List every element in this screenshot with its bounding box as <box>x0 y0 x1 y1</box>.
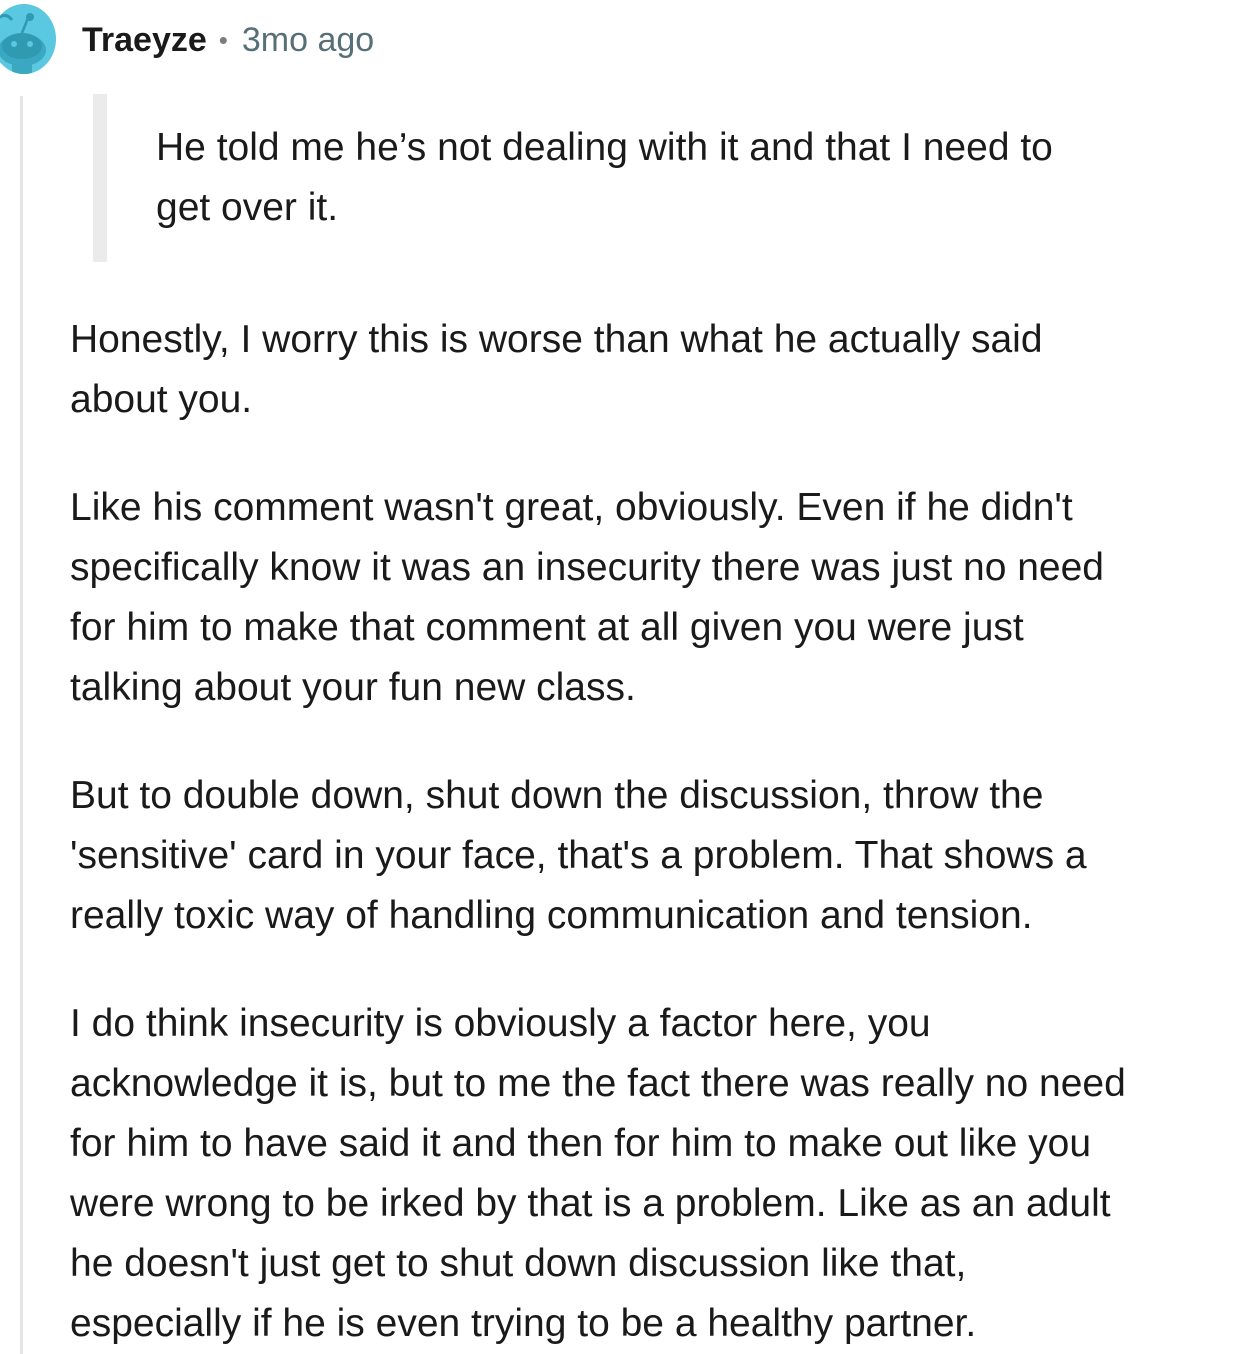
paragraph-line: But to double down, shut down the discus… <box>70 774 1044 817</box>
paragraph-line: really toxic way of handling communicati… <box>70 894 1033 937</box>
reddit-snoo-avatar-icon <box>0 4 56 74</box>
paragraph-line: acknowledge it is, but to me the fact th… <box>70 1062 1126 1105</box>
quoted-text-block: He told me he’s not dealing with it and … <box>70 92 1256 262</box>
comment: Traeyze • 3mo ago He told me he’s not de… <box>0 0 1256 1354</box>
comment-timestamp[interactable]: 3mo ago <box>242 18 374 62</box>
meta-separator: • <box>218 25 228 55</box>
thread-collapse-line[interactable] <box>20 96 23 1354</box>
paragraph-line: for him to have said it and then for him… <box>70 1122 1092 1165</box>
paragraph-line: Like his comment wasn't great, obviously… <box>70 486 1073 529</box>
comment-paragraph: I do think insecurity is obviously a fac… <box>70 994 1256 1354</box>
comment-meta: Traeyze • 3mo ago <box>82 18 374 62</box>
quote-bar <box>93 94 107 262</box>
user-avatar-icon[interactable] <box>0 4 56 74</box>
paragraph-line: I do think insecurity is obviously a fac… <box>70 1002 931 1045</box>
comment-paragraph: Like his comment wasn't great, obviously… <box>70 478 1256 718</box>
paragraph-line: for him to make that comment at all give… <box>70 606 1024 649</box>
paragraph-line: especially if he is even trying to be a … <box>70 1302 977 1345</box>
quote-line: He told me he’s not dealing with it and … <box>156 126 1053 169</box>
paragraph-line: he doesn't just get to shut down discuss… <box>70 1242 967 1285</box>
paragraph-line: about you. <box>70 378 253 421</box>
paragraph-line: 'sensitive' card in your face, that's a … <box>70 834 1087 877</box>
paragraph-line: talking about your fun new class. <box>70 666 636 709</box>
author-username[interactable]: Traeyze <box>82 18 207 62</box>
paragraph-line: specifically know it was an insecurity t… <box>70 546 1104 589</box>
comment-paragraph: But to double down, shut down the discus… <box>70 766 1256 946</box>
paragraph-line: Honestly, I worry this is worse than wha… <box>70 318 1043 361</box>
quote-text: He told me he’s not dealing with it and … <box>156 92 1256 238</box>
quote-line: get over it. <box>156 186 339 229</box>
comment-paragraph: Honestly, I worry this is worse than wha… <box>70 310 1256 430</box>
paragraph-line: were wrong to be irked by that is a prob… <box>70 1182 1111 1225</box>
comment-body: He told me he’s not dealing with it and … <box>70 92 1256 1354</box>
